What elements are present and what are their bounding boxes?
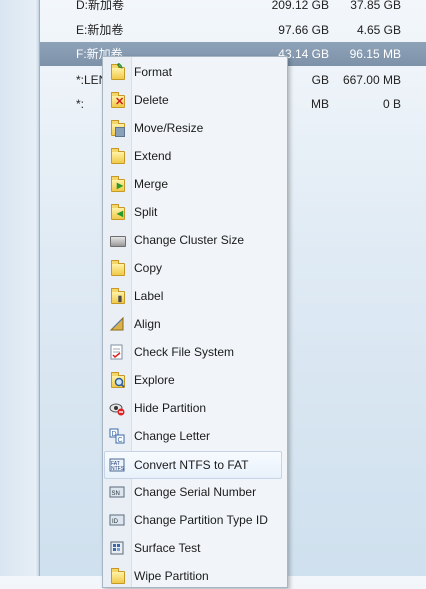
menu-item-explore[interactable]: Explore xyxy=(105,367,283,393)
partition-free: 96.15 MB xyxy=(349,47,401,61)
serial-number-icon: SN xyxy=(109,484,125,500)
menu-item-label-partition[interactable]: ▮ Label xyxy=(105,283,283,309)
menu-item-label: Label xyxy=(134,289,164,303)
menu-item-label: Delete xyxy=(134,93,169,107)
menu-item-align[interactable]: Align xyxy=(105,311,283,337)
svg-text:NTFS: NTFS xyxy=(111,466,125,472)
partition-context-menu: ✎ Format ✕ Delete Move/Resize Extend ▶ M… xyxy=(102,56,288,588)
align-icon xyxy=(109,316,125,332)
menu-item-label: Split xyxy=(134,205,158,219)
menu-item-hide-partition[interactable]: Hide Partition xyxy=(105,395,283,421)
menu-item-label: Change Partition Type ID xyxy=(134,513,268,527)
menu-item-label: Copy xyxy=(134,261,163,275)
menu-item-copy[interactable]: Copy xyxy=(105,255,283,281)
menu-item-merge[interactable]: ▶ Merge xyxy=(105,171,283,197)
menu-item-label: Change Cluster Size xyxy=(134,233,245,247)
convert-ntfs-fat-icon: FAT NTFS xyxy=(109,457,125,473)
change-letter-icon: DC xyxy=(109,428,125,444)
wipe-partition-icon xyxy=(109,568,125,584)
svg-text:ID: ID xyxy=(112,519,119,525)
left-panel-edge xyxy=(0,0,40,576)
hide-partition-icon xyxy=(109,400,125,416)
menu-item-label: Change Letter xyxy=(134,429,211,443)
menu-item-move-resize[interactable]: Move/Resize xyxy=(105,115,283,141)
cluster-size-icon xyxy=(109,232,126,248)
menu-item-label: Merge xyxy=(134,177,169,191)
surface-test-icon xyxy=(109,540,125,556)
menu-item-label: Check File System xyxy=(134,345,235,359)
menu-item-label: Explore xyxy=(134,373,175,387)
partition-row-d[interactable]: D:新加卷 209.12 GB 37.85 GB xyxy=(40,0,426,17)
menu-item-surface-test[interactable]: Surface Test xyxy=(105,535,283,561)
menu-item-delete[interactable]: ✕ Delete xyxy=(105,87,283,113)
menu-item-split[interactable]: ◀ Split xyxy=(105,199,283,225)
partition-row-e[interactable]: E:新加卷 97.66 GB 4.65 GB xyxy=(40,18,426,42)
menu-item-label: Align xyxy=(134,317,161,331)
move-resize-icon xyxy=(109,120,125,137)
label-icon: ▮ xyxy=(109,288,125,304)
menu-item-format[interactable]: ✎ Format xyxy=(105,59,283,85)
menu-item-change-serial-number[interactable]: SN Change Serial Number xyxy=(105,479,283,505)
extend-icon xyxy=(109,148,125,164)
partition-name: *: xyxy=(76,97,85,111)
copy-icon xyxy=(109,260,125,276)
explore-icon xyxy=(109,372,125,388)
svg-text:C: C xyxy=(118,437,123,444)
check-file-system-icon xyxy=(109,344,125,360)
menu-item-change-cluster-size[interactable]: Change Cluster Size xyxy=(105,227,283,253)
partition-type-id-icon: ID xyxy=(109,512,125,528)
menu-item-label: Surface Test xyxy=(134,541,201,555)
partition-free: 37.85 GB xyxy=(350,0,401,12)
menu-item-check-file-system[interactable]: Check File System xyxy=(105,339,283,365)
partition-free: 4.65 GB xyxy=(356,23,401,37)
menu-item-change-letter[interactable]: DC Change Letter xyxy=(105,423,283,449)
partition-free: 667.00 MB xyxy=(342,73,401,87)
menu-item-extend[interactable]: Extend xyxy=(105,143,283,169)
partition-free: 0 B xyxy=(382,97,401,111)
menu-item-label: Format xyxy=(134,65,173,79)
delete-icon: ✕ xyxy=(109,92,125,108)
menu-item-change-partition-type-id[interactable]: ID Change Partition Type ID xyxy=(105,507,283,533)
menu-item-wipe-partition[interactable]: Wipe Partition xyxy=(105,563,283,589)
format-icon: ✎ xyxy=(109,63,125,80)
svg-text:SN: SN xyxy=(112,491,120,497)
partition-name: E:新加卷 xyxy=(76,23,124,37)
menu-item-label: Hide Partition xyxy=(134,401,207,415)
menu-item-label: Change Serial Number xyxy=(134,485,257,499)
merge-icon: ▶ xyxy=(109,176,125,192)
menu-item-convert-ntfs-to-fat[interactable]: FAT NTFS Convert NTFS to FAT xyxy=(104,451,282,479)
partition-name: D:新加卷 xyxy=(76,0,125,12)
menu-item-label: Extend xyxy=(134,149,172,163)
split-icon: ◀ xyxy=(109,204,125,220)
menu-item-label: Convert NTFS to FAT xyxy=(134,458,249,472)
menu-item-label: Move/Resize xyxy=(134,121,204,135)
menu-item-label: Wipe Partition xyxy=(134,569,209,583)
